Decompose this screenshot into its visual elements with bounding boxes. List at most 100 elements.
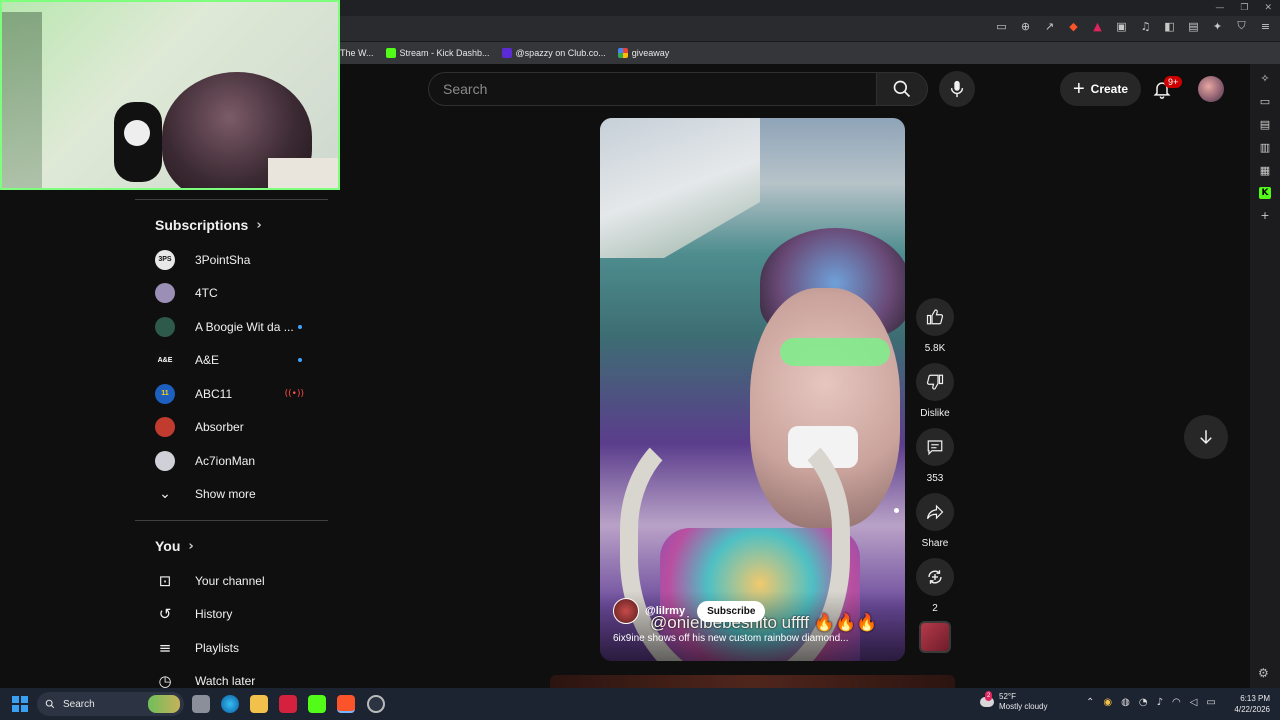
- share-page-icon[interactable]: ↗: [1043, 20, 1056, 33]
- create-button[interactable]: + Create: [1060, 72, 1141, 106]
- show-more-button[interactable]: ⌄ Show more: [135, 478, 328, 512]
- file-explorer-icon[interactable]: [250, 695, 268, 713]
- guide-sidebar: Subscriptions › 3PS 3PointSha 4TC A Boog…: [135, 190, 328, 690]
- subscribe-button[interactable]: Subscribe: [697, 600, 766, 622]
- avatar[interactable]: [1198, 76, 1224, 102]
- close-window-button[interactable]: ✕: [1264, 3, 1272, 13]
- media-controls-icon[interactable]: ♫: [1139, 20, 1152, 33]
- brave-icon[interactable]: [337, 695, 355, 713]
- history-link[interactable]: ↺ History: [135, 598, 328, 632]
- norton-icon[interactable]: ◉: [1103, 697, 1112, 708]
- next-video-button[interactable]: [1184, 415, 1228, 459]
- browser-side-panel: ✧ ▭ ▤ ▥ ▦ K +: [1250, 64, 1280, 688]
- you-item-label: Playlists: [195, 640, 240, 655]
- kick-panel-icon[interactable]: K: [1259, 187, 1271, 199]
- live-icon: ((•)): [284, 388, 304, 399]
- task-view-icon[interactable]: [192, 695, 210, 713]
- you-header[interactable]: You ›: [135, 528, 328, 564]
- minimize-button[interactable]: —: [1215, 3, 1224, 13]
- comments-button[interactable]: [916, 428, 954, 466]
- channel-name: Absorber: [195, 420, 244, 435]
- like-count: 5.8K: [924, 343, 946, 354]
- system-tray: ⌃ ◉ ◍ ◔ ♪ ◠ ◁ ▭: [1086, 697, 1216, 708]
- search-input[interactable]: Search: [428, 72, 876, 106]
- google-icon: [617, 48, 628, 58]
- subscription-item[interactable]: Ac7ionMan: [135, 444, 328, 478]
- bookmark-item[interactable]: @spazzy on Club.co...: [501, 48, 606, 58]
- wallet-panel-icon[interactable]: ▤: [1260, 118, 1270, 131]
- taskbar-search[interactable]: Search: [37, 692, 184, 716]
- leo-icon[interactable]: ✧: [1260, 72, 1269, 85]
- menu-icon[interactable]: ≡: [1259, 20, 1272, 33]
- channel-avatar[interactable]: [613, 598, 639, 624]
- sidebar-toggle-icon[interactable]: ◧: [1163, 20, 1176, 33]
- vpn-shield-icon[interactable]: ⛉: [1235, 19, 1248, 33]
- obs-icon[interactable]: [367, 695, 385, 713]
- clock-time: 6:13 PM: [1240, 694, 1270, 703]
- taskbar-clock[interactable]: 6:13 PM 4/22/2026: [1226, 693, 1270, 715]
- gear-icon[interactable]: ⚙: [1258, 666, 1269, 680]
- dislike-action: Dislike: [915, 363, 955, 419]
- wifi-icon[interactable]: ◠: [1172, 697, 1181, 708]
- video-title[interactable]: 6ix9ine shows off his new custom rainbow…: [613, 633, 898, 644]
- remix-button[interactable]: [916, 558, 954, 596]
- subscription-item[interactable]: 4TC: [135, 277, 328, 311]
- chevron-up-icon[interactable]: ⌃: [1086, 697, 1094, 708]
- wallet-icon[interactable]: ▤: [1187, 20, 1200, 33]
- club-icon: [501, 48, 512, 58]
- zoom-icon[interactable]: ⊕: [1019, 20, 1032, 33]
- bookmark-item[interactable]: The W...: [340, 48, 374, 58]
- bookmarks-panel-icon[interactable]: ▥: [1260, 141, 1270, 154]
- subscription-item[interactable]: 11 ABC11 ((•)): [135, 377, 328, 411]
- microphone-tray-icon[interactable]: ♪: [1157, 697, 1163, 708]
- channel-name: 3PointSha: [195, 252, 251, 267]
- battery-icon[interactable]: ▭: [1206, 697, 1215, 708]
- subscription-item[interactable]: A Boogie Wit da ...: [135, 310, 328, 344]
- bookmark-item[interactable]: Stream - Kick Dashb...: [385, 48, 490, 58]
- playlists-link[interactable]: ≡ Playlists: [135, 631, 328, 665]
- edge-icon[interactable]: [221, 695, 239, 713]
- adobe-icon[interactable]: [279, 695, 297, 713]
- share-button[interactable]: [916, 493, 954, 531]
- windows-start-icon[interactable]: [12, 696, 28, 712]
- subscriptions-header[interactable]: Subscriptions ›: [135, 207, 328, 243]
- weather-widget[interactable]: 2 52°F Mostly cloudy: [980, 691, 1047, 712]
- dislike-button[interactable]: [916, 363, 954, 401]
- steam-icon[interactable]: ◍: [1121, 697, 1130, 708]
- voice-search-button[interactable]: [939, 71, 975, 107]
- search-button[interactable]: [876, 72, 928, 106]
- speaker-icon[interactable]: ◁: [1190, 697, 1198, 708]
- add-panel-icon[interactable]: +: [1260, 209, 1269, 222]
- subscriptions-title: Subscriptions: [155, 217, 249, 233]
- like-button[interactable]: [916, 298, 954, 336]
- shorts-video-player[interactable]: [600, 118, 905, 661]
- cast-icon[interactable]: ▭: [995, 20, 1008, 33]
- sound-thumbnail[interactable]: [919, 621, 951, 653]
- you-item-label: Watch later: [195, 674, 256, 689]
- network-icon[interactable]: ◔: [1139, 697, 1148, 708]
- channel-handle[interactable]: @lilrmy: [645, 605, 685, 617]
- channel-avatar: [155, 417, 175, 438]
- media-icon[interactable]: ▭: [1260, 95, 1270, 108]
- your-channel-link[interactable]: ⊡ Your channel: [135, 564, 328, 598]
- playback-indicator: [894, 508, 899, 513]
- kick-app-icon[interactable]: [308, 695, 326, 713]
- subscription-item[interactable]: 3PS 3PointSha: [135, 243, 328, 277]
- search-placeholder: Search: [443, 81, 488, 97]
- brave-rewards-icon[interactable]: ▲: [1091, 20, 1104, 33]
- subscription-item[interactable]: Absorber: [135, 411, 328, 445]
- bookmark-label: Stream - Kick Dashb...: [399, 48, 490, 58]
- taskbar-search-label: Search: [63, 698, 95, 710]
- brave-shield-icon[interactable]: ◆: [1067, 20, 1080, 33]
- channel-name: 4TC: [195, 286, 218, 301]
- chevron-right-icon: ›: [188, 538, 194, 554]
- next-video-preview: [550, 675, 955, 688]
- leo-ai-icon[interactable]: ✦: [1211, 20, 1224, 33]
- channel-name: Ac7ionMan: [195, 453, 256, 468]
- bookmark-item[interactable]: giveaway: [617, 48, 669, 58]
- subscription-item[interactable]: A&E A&E: [135, 344, 328, 378]
- restore-button[interactable]: ❐: [1240, 3, 1248, 13]
- new-content-dot: [298, 358, 302, 363]
- tab-search-icon[interactable]: ▣: [1115, 20, 1128, 33]
- reading-list-icon[interactable]: ▦: [1260, 164, 1270, 177]
